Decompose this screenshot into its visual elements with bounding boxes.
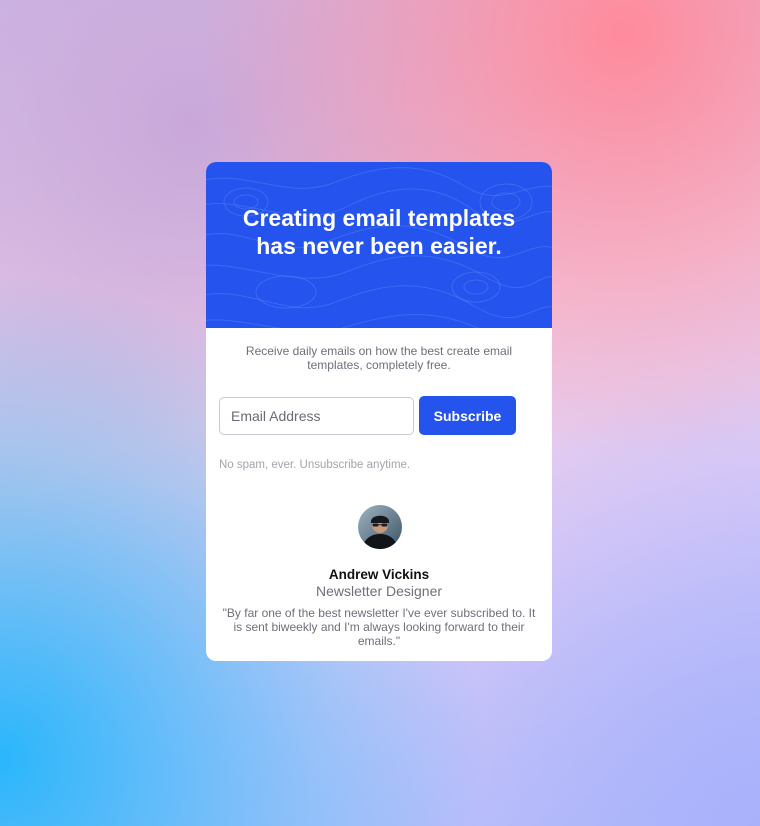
testimonial-quote: "By far one of the best newsletter I've … <box>222 606 536 648</box>
email-input[interactable] <box>219 397 414 435</box>
author-role: Newsletter Designer <box>315 583 443 599</box>
newsletter-card: Creating email templates has never been … <box>206 162 552 661</box>
avatar-photo <box>358 505 402 549</box>
hero-title: Creating email templates has never been … <box>242 205 516 259</box>
subscribe-button[interactable]: Subscribe <box>419 396 516 435</box>
author-name: Andrew Vickins <box>328 567 430 582</box>
intro-text: Receive daily emails on how the best cre… <box>245 344 513 372</box>
hero-banner: Creating email templates has never been … <box>206 162 552 328</box>
disclaimer-text: No spam, ever. Unsubscribe anytime. <box>219 459 411 471</box>
avatar <box>358 505 402 549</box>
